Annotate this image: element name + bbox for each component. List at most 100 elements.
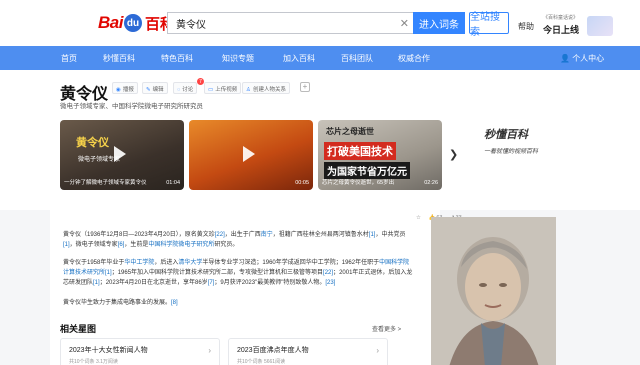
p1-text: ，原名黄文珍 xyxy=(178,232,215,238)
p1-text: 黄令仪（1936年12月8日—2023年4月20日） xyxy=(63,232,179,238)
today-badge-image xyxy=(587,16,613,36)
related-card-title: 2023百度沸点年度人物 xyxy=(237,347,309,354)
video-card-1[interactable]: 黄令仪 微电子领域专家 一分钟了解微电子领域专家黄令仪 01:04 xyxy=(60,120,184,190)
chevron-right-icon: › xyxy=(208,346,211,355)
clear-icon[interactable]: ✕ xyxy=(400,17,409,30)
discussion-count-badge: 7 xyxy=(197,78,204,85)
related-card-title: 2023年十大女性新闻人物 xyxy=(69,347,148,354)
summary-paragraph-2: 黄令仪于1958年毕业于华中工学院，后进入清华大学半导体专业学习深造；1960年… xyxy=(63,258,413,288)
pencil-icon: ✎ xyxy=(146,87,151,93)
discuss-button[interactable]: ◌ 讨论 xyxy=(173,82,198,94)
related-section-title: 相关星图 xyxy=(60,324,97,334)
promo-slogan: 一看就懂的视频百科 xyxy=(484,149,539,155)
video-1-title: 黄令仪 xyxy=(76,137,109,149)
p1-text: ，祖籍广西桂林全州县两河镇鲁水村 xyxy=(272,232,369,238)
reference-link[interactable]: [1] xyxy=(93,280,100,286)
nav-item-featured[interactable]: 特色百科 xyxy=(161,53,193,64)
portrait-image[interactable] xyxy=(431,217,556,365)
upload-video-label: 上传视频 xyxy=(215,87,238,93)
header: Bai du 百科 ✕ 进入词条 全站搜索 帮助 《百科童话说》 今日上线 xyxy=(0,0,640,46)
related-card-2[interactable]: 2023百度沸点年度人物 共10个词条 5661阅读 › xyxy=(228,338,388,365)
reference-link[interactable]: [1] xyxy=(63,242,70,248)
summary-paragraph-3: 黄令仪毕生致力于集成电路事业的发展。[8] xyxy=(63,298,413,308)
see-more-link[interactable]: 查看更多 > xyxy=(372,324,401,333)
entry-link[interactable]: 南宁 xyxy=(261,232,273,238)
people-icon: ♙ xyxy=(246,87,251,93)
video-3-banner-black: 为国家节省万亿元 xyxy=(324,162,410,179)
page: Bai du 百科 ✕ 进入词条 全站搜索 帮助 《百科童话说》 今日上线 首页… xyxy=(0,0,640,365)
summary-section: ☆ 👍63 ↗33 黄令仪（1936年12月8日—2023年4月20日），原名黄… xyxy=(50,210,462,365)
video-card-3[interactable]: 芯片之母逝世 打破美国技术 为国家节省万亿元 芯片之母黄令仪逝世，65岁出 02… xyxy=(318,120,442,190)
logo-text-bai: Bai xyxy=(98,13,123,32)
chevron-right-icon[interactable]: ❯ xyxy=(449,148,461,161)
add-icon[interactable]: + xyxy=(300,82,310,92)
enter-entry-button[interactable]: 进入词条 xyxy=(413,12,465,34)
p2-text: 黄令仪于1958年毕业于 xyxy=(63,260,125,266)
broadcast-button[interactable]: ◉ 播报 xyxy=(112,82,138,94)
chat-icon: ◌ xyxy=(177,87,181,93)
baidu-baike-logo[interactable]: Bai du 百科 xyxy=(98,11,175,35)
nav-item-join[interactable]: 加入百科 xyxy=(283,53,315,64)
p1-text: ，出生于广西 xyxy=(224,232,261,238)
video-card-2[interactable]: 00:05 xyxy=(189,120,313,190)
video-3-caption: 芯片之母黄令仪逝世，65岁出 xyxy=(322,180,395,186)
speaker-icon: ◉ xyxy=(116,87,121,93)
video-3-headline: 芯片之母逝世 xyxy=(326,127,374,136)
upload-video-button[interactable]: ▭ 上传视频 xyxy=(204,82,242,94)
related-card-stats: 共10个词条 5661阅读 xyxy=(237,359,286,365)
promo-title: 秒懂百科 xyxy=(484,129,528,141)
video-2-duration: 00:05 xyxy=(295,180,309,186)
entry-description: 微电子领域专家、中国科学院微电子研究所研究员 xyxy=(60,103,203,110)
search-all-button[interactable]: 全站搜索 xyxy=(469,12,509,38)
p2-text: ；2023年4月20日在北京逝世，享年86岁 xyxy=(99,280,208,286)
today-online-banner[interactable]: 《百科童话说》 今日上线 xyxy=(543,14,613,38)
create-relation-button[interactable]: ♙ 创建人物关系 xyxy=(242,82,290,94)
play-icon xyxy=(114,146,126,162)
search-input[interactable] xyxy=(176,17,386,29)
video-3-banner-red: 打破美国技术 xyxy=(324,142,396,160)
p1-text: ，微电子领域专家 xyxy=(69,242,118,248)
nav-item-home[interactable]: 首页 xyxy=(61,53,77,64)
related-card-stats: 共10个词条 3.1万阅读 xyxy=(69,359,118,365)
main-nav: 首页 秒懂百科 特色百科 知识专题 加入百科 百科团队 权威合作 👤 个人中心 xyxy=(0,46,640,70)
reference-link[interactable]: [1] xyxy=(105,270,112,276)
related-card-1[interactable]: 2023年十大女性新闻人物 共10个词条 3.1万阅读 › xyxy=(60,338,220,365)
entry-link[interactable]: 清华大学 xyxy=(178,260,202,266)
user-center-link[interactable]: 👤 个人中心 xyxy=(560,53,604,64)
paw-icon: du xyxy=(123,14,142,32)
nav-item-team[interactable]: 百科团队 xyxy=(341,53,373,64)
upload-icon: ▭ xyxy=(208,87,214,93)
p1-text: ，生前是 xyxy=(124,242,149,248)
nav-item-partners[interactable]: 权威合作 xyxy=(398,53,430,64)
entry-header: 黄令仪 ◉ 播报 ✎ 编辑 ◌ 讨论 7 ▭ 上传视频 ♙ 创建人物关系 + 微电子领域专… xyxy=(0,70,640,210)
entry-link[interactable]: 华中工学院 xyxy=(124,260,154,266)
nav-item-miaodong[interactable]: 秒懂百科 xyxy=(103,53,135,64)
p1-text: 研究员。 xyxy=(214,242,239,248)
edit-button[interactable]: ✎ 编辑 xyxy=(142,82,168,94)
portrait-illustration xyxy=(431,217,556,365)
nav-item-topics[interactable]: 知识专题 xyxy=(222,53,254,64)
reference-link[interactable]: [23] xyxy=(325,280,335,286)
star-icon[interactable]: ☆ xyxy=(416,215,421,221)
broadcast-label: 播报 xyxy=(122,87,134,93)
p1-text: ，中共党员 xyxy=(375,232,406,238)
chevron-right-icon: › xyxy=(376,346,379,355)
reference-link[interactable]: [22] xyxy=(323,270,333,276)
user-center-label: 个人中心 xyxy=(572,54,605,63)
p2-text: ，后进入 xyxy=(154,260,179,266)
search-box: ✕ xyxy=(167,12,413,34)
miaodong-promo[interactable]: 秒懂百科 一看就懂的视频百科 xyxy=(484,126,574,186)
p2-text: 半导体专业学习深造；1960年学成返回华中工学院；1962年任职于 xyxy=(202,260,380,266)
help-link[interactable]: 帮助 xyxy=(518,21,534,32)
create-relation-label: 创建人物关系 xyxy=(252,87,286,93)
summary-paragraph-1: 黄令仪（1936年12月8日—2023年4月20日），原名黄文珍[22]，出生于… xyxy=(63,230,413,250)
p2-text: ；1965年加入中国科学院计算技术研究所二部，专攻微型计算机和三极管等项目 xyxy=(111,270,324,276)
reference-link[interactable]: [22] xyxy=(215,232,225,238)
video-3-duration: 02:26 xyxy=(424,180,438,186)
play-icon xyxy=(243,146,255,162)
p3-text: 黄令仪毕生致力于集成电路事业的发展。 xyxy=(63,300,172,306)
reference-link[interactable]: [8] xyxy=(171,300,178,306)
video-1-duration: 01:04 xyxy=(166,180,180,186)
edit-label: 编辑 xyxy=(152,87,164,93)
entry-link[interactable]: 中国科学院微电子研究所 xyxy=(148,242,214,248)
